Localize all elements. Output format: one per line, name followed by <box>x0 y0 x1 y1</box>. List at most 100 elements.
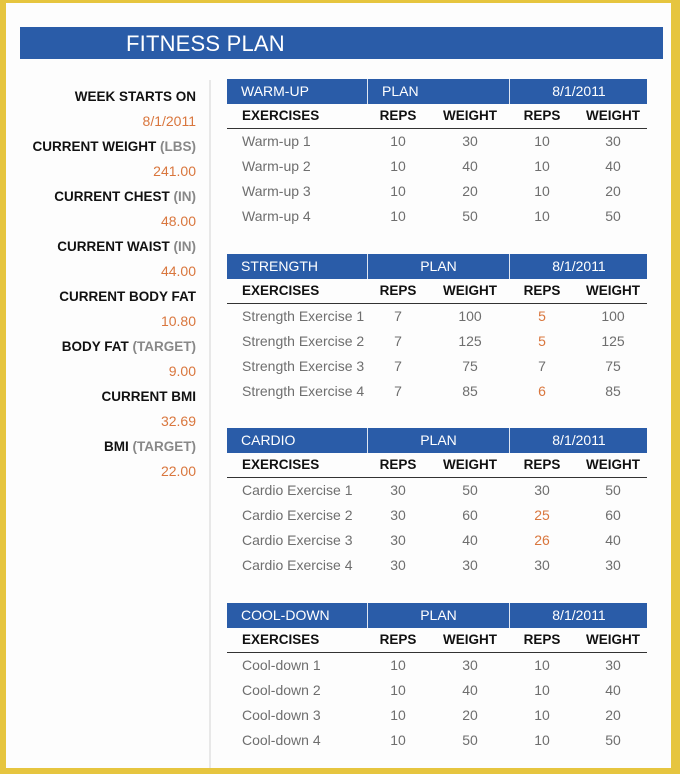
exercise-name[interactable]: Cardio Exercise 2 <box>242 503 353 528</box>
plan-reps[interactable]: 10 <box>367 703 429 728</box>
exercise-name[interactable]: Cool-down 4 <box>242 728 321 753</box>
plan-reps[interactable]: 10 <box>367 179 429 204</box>
exercise-name[interactable]: Warm-up 1 <box>242 129 311 154</box>
actual-reps[interactable]: 26 <box>512 528 572 553</box>
plan-weight[interactable]: 30 <box>439 553 501 578</box>
plan-weight[interactable]: 50 <box>439 204 501 229</box>
actual-reps[interactable]: 10 <box>512 728 572 753</box>
exercise-name[interactable]: Cool-down 1 <box>242 653 321 678</box>
actual-weight[interactable]: 50 <box>582 478 644 503</box>
actual-weight[interactable]: 30 <box>582 653 644 678</box>
stat-label: CURRENT WEIGHT <box>32 139 157 154</box>
exercise-name[interactable]: Cool-down 2 <box>242 678 321 703</box>
plan-reps[interactable]: 10 <box>367 154 429 179</box>
plan-reps[interactable]: 7 <box>367 304 429 329</box>
exercise-name[interactable]: Cardio Exercise 1 <box>242 478 353 503</box>
exercise-name[interactable]: Strength Exercise 4 <box>242 379 364 404</box>
actual-reps[interactable]: 6 <box>512 379 572 404</box>
plan-weight[interactable]: 125 <box>439 329 501 354</box>
actual-reps[interactable]: 7 <box>512 354 572 379</box>
plan-reps[interactable]: 10 <box>367 728 429 753</box>
actual-reps[interactable]: 5 <box>512 304 572 329</box>
stat-value[interactable]: 8/1/2011 <box>6 109 196 134</box>
exercise-name[interactable]: Cardio Exercise 4 <box>242 553 353 578</box>
plan-weight[interactable]: 50 <box>439 728 501 753</box>
actual-weight[interactable]: 40 <box>582 678 644 703</box>
actual-reps[interactable]: 30 <box>512 478 572 503</box>
actual-reps[interactable]: 5 <box>512 329 572 354</box>
plan-weight[interactable]: 40 <box>439 528 501 553</box>
plan-weight[interactable]: 40 <box>439 154 501 179</box>
actual-weight[interactable]: 40 <box>582 528 644 553</box>
plan-weight[interactable]: 20 <box>439 179 501 204</box>
plan-weight[interactable]: 60 <box>439 503 501 528</box>
exercise-name[interactable]: Strength Exercise 3 <box>242 354 364 379</box>
table-row: Warm-up 3 10 20 10 20 <box>227 179 647 204</box>
actual-weight[interactable]: 20 <box>582 703 644 728</box>
plan-reps[interactable]: 7 <box>367 354 429 379</box>
exercise-name[interactable]: Strength Exercise 2 <box>242 329 364 354</box>
stat-label: CURRENT BODY FAT <box>59 289 196 304</box>
exercise-name[interactable]: Warm-up 2 <box>242 154 311 179</box>
stat-value[interactable]: 22.00 <box>6 459 196 484</box>
plan-reps[interactable]: 7 <box>367 379 429 404</box>
table-row: Warm-up 2 10 40 10 40 <box>227 154 647 179</box>
stat-value[interactable]: 10.80 <box>6 309 196 334</box>
plan-weight[interactable]: 30 <box>439 653 501 678</box>
stat-value[interactable]: 48.00 <box>6 209 196 234</box>
plan-reps[interactable]: 10 <box>367 678 429 703</box>
actual-reps[interactable]: 10 <box>512 129 572 154</box>
stat-value[interactable]: 44.00 <box>6 259 196 284</box>
actual-weight[interactable]: 20 <box>582 179 644 204</box>
plan-reps[interactable]: 7 <box>367 329 429 354</box>
plan-weight[interactable]: 40 <box>439 678 501 703</box>
plan-reps[interactable]: 10 <box>367 653 429 678</box>
plan-header: PLAN <box>367 603 509 628</box>
exercise-name[interactable]: Cardio Exercise 3 <box>242 528 353 553</box>
plan-weight[interactable]: 75 <box>439 354 501 379</box>
plan-reps[interactable]: 10 <box>367 129 429 154</box>
actual-reps[interactable]: 10 <box>512 154 572 179</box>
date-header[interactable]: 8/1/2011 <box>509 428 648 453</box>
plan-reps[interactable]: 10 <box>367 204 429 229</box>
exercise-name[interactable]: Strength Exercise 1 <box>242 304 364 329</box>
stat-value[interactable]: 32.69 <box>6 409 196 434</box>
actual-reps[interactable]: 25 <box>512 503 572 528</box>
stat-value[interactable]: 241.00 <box>6 159 196 184</box>
actual-reps[interactable]: 10 <box>512 653 572 678</box>
actual-weight[interactable]: 125 <box>582 329 644 354</box>
plan-weight[interactable]: 85 <box>439 379 501 404</box>
fitness-plan-sheet: FITNESS PLAN WEEK STARTS ON 8/1/2011 CUR… <box>6 3 671 768</box>
actual-reps[interactable]: 10 <box>512 179 572 204</box>
exercise-name[interactable]: Warm-up 4 <box>242 204 311 229</box>
plan-reps[interactable]: 30 <box>367 478 429 503</box>
actual-weight[interactable]: 60 <box>582 503 644 528</box>
exercise-name[interactable]: Warm-up 3 <box>242 179 311 204</box>
actual-weight[interactable]: 50 <box>582 728 644 753</box>
actual-reps[interactable]: 10 <box>512 703 572 728</box>
actual-reps[interactable]: 30 <box>512 553 572 578</box>
stat-current-body-fat: CURRENT BODY FAT 10.80 <box>6 284 196 334</box>
plan-weight[interactable]: 100 <box>439 304 501 329</box>
date-header[interactable]: 8/1/2011 <box>509 254 648 279</box>
stat-value[interactable]: 9.00 <box>6 359 196 384</box>
stat-week-starts: WEEK STARTS ON 8/1/2011 <box>6 84 196 134</box>
plan-reps[interactable]: 30 <box>367 528 429 553</box>
actual-weight[interactable]: 30 <box>582 129 644 154</box>
actual-weight[interactable]: 85 <box>582 379 644 404</box>
plan-weight[interactable]: 50 <box>439 478 501 503</box>
actual-weight[interactable]: 100 <box>582 304 644 329</box>
exercise-name[interactable]: Cool-down 3 <box>242 703 321 728</box>
plan-weight[interactable]: 20 <box>439 703 501 728</box>
plan-weight[interactable]: 30 <box>439 129 501 154</box>
actual-weight[interactable]: 40 <box>582 154 644 179</box>
date-header[interactable]: 8/1/2011 <box>509 79 648 104</box>
plan-reps[interactable]: 30 <box>367 503 429 528</box>
actual-reps[interactable]: 10 <box>512 678 572 703</box>
date-header[interactable]: 8/1/2011 <box>509 603 648 628</box>
actual-weight[interactable]: 75 <box>582 354 644 379</box>
actual-weight[interactable]: 30 <box>582 553 644 578</box>
plan-reps[interactable]: 30 <box>367 553 429 578</box>
actual-weight[interactable]: 50 <box>582 204 644 229</box>
actual-reps[interactable]: 10 <box>512 204 572 229</box>
